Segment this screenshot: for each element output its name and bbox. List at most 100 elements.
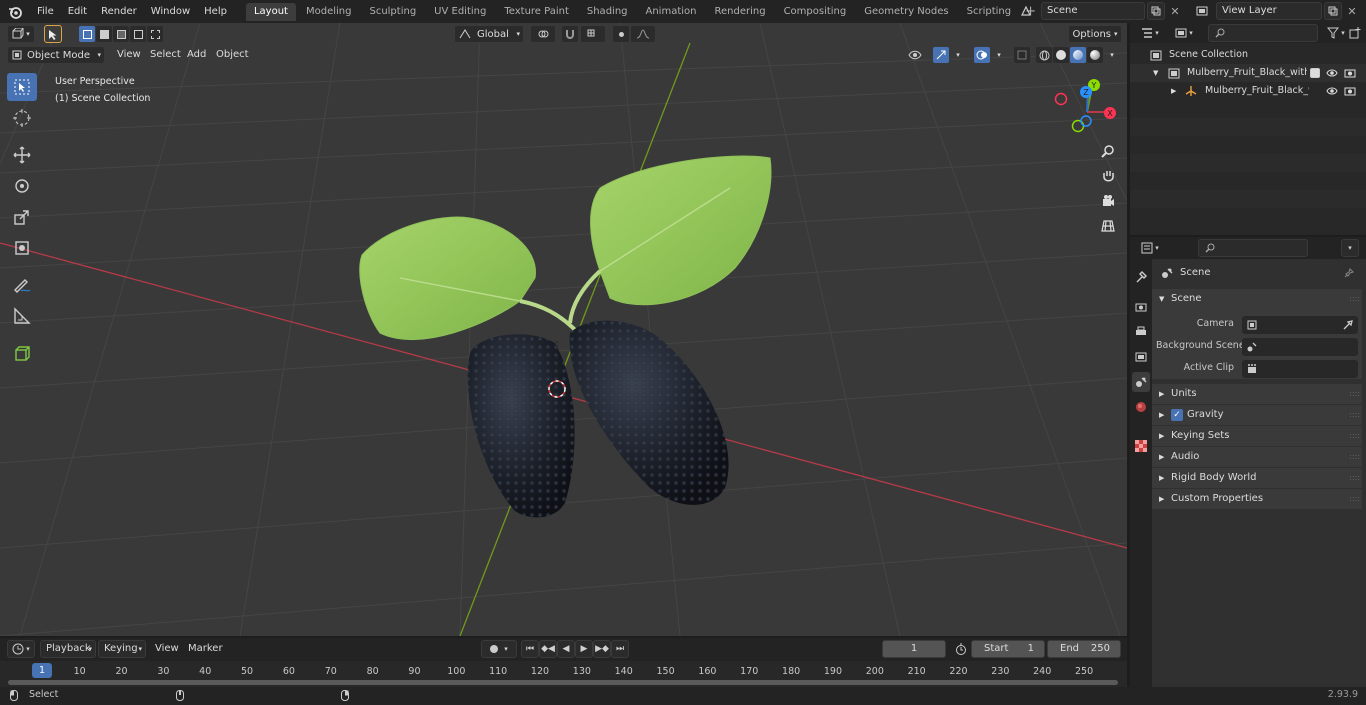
shading-rendered-button[interactable] bbox=[1086, 46, 1104, 64]
viewport-menu-view[interactable]: View bbox=[112, 46, 146, 64]
tab-rendering[interactable]: Rendering bbox=[706, 3, 773, 21]
section-scene-header[interactable]: ▼ Scene :::: bbox=[1152, 289, 1362, 309]
playback-menu[interactable]: Playback ▾ bbox=[40, 640, 96, 658]
drag-handle-icon[interactable]: :::: bbox=[1349, 426, 1360, 446]
outliner-scene-collection[interactable]: Scene Collection bbox=[1130, 46, 1366, 64]
eyedropper-icon[interactable] bbox=[1343, 320, 1353, 330]
gizmo-dropdown[interactable]: ▾ bbox=[951, 46, 965, 64]
tab-uv-editing[interactable]: UV Editing bbox=[426, 3, 494, 21]
outliner-item-collection[interactable]: ▼ Mulberry_Fruit_Black_with_Le bbox=[1130, 64, 1366, 82]
viewport-menu-add[interactable]: Add bbox=[182, 46, 211, 64]
preview-range-toggle[interactable] bbox=[952, 640, 970, 658]
menu-file[interactable]: File bbox=[30, 0, 61, 23]
drag-handle-icon[interactable]: :::: bbox=[1349, 405, 1360, 425]
panel-units[interactable]: ▶ Units :::: bbox=[1152, 384, 1362, 404]
tab-shading[interactable]: Shading bbox=[579, 3, 636, 21]
panel-custom-properties[interactable]: ▶ Custom Properties :::: bbox=[1152, 489, 1362, 509]
tab-texture[interactable] bbox=[1132, 436, 1150, 456]
drag-handle-icon[interactable]: :::: bbox=[1349, 289, 1360, 309]
delete-scene-button[interactable]: ✕ bbox=[1166, 2, 1184, 20]
jump-start-button[interactable]: ⏮ bbox=[521, 640, 539, 658]
eye-icon[interactable] bbox=[1326, 86, 1338, 96]
viewport-menu-select[interactable]: Select bbox=[145, 46, 186, 64]
prev-keyframe-button[interactable]: ◆◀ bbox=[539, 640, 557, 658]
gravity-checkbox[interactable]: ✓ bbox=[1171, 409, 1183, 421]
tool-measure[interactable] bbox=[7, 302, 37, 330]
expand-right-icon[interactable]: ▶ bbox=[1171, 82, 1176, 100]
current-frame-indicator[interactable]: 1 bbox=[32, 663, 52, 678]
snap-toggle[interactable] bbox=[561, 25, 579, 43]
play-reverse-button[interactable]: ◀ bbox=[557, 640, 575, 658]
shading-wireframe-button[interactable] bbox=[1035, 46, 1053, 64]
new-collection-button[interactable] bbox=[1346, 24, 1364, 42]
shading-dropdown[interactable]: ▾ bbox=[1105, 46, 1119, 64]
tab-world[interactable] bbox=[1132, 397, 1150, 417]
new-view-layer-button[interactable] bbox=[1324, 2, 1342, 20]
timeline-scrollbar[interactable] bbox=[8, 680, 1118, 685]
timeline-menu-marker[interactable]: Marker bbox=[183, 640, 228, 658]
select-mode-intersect-button[interactable] bbox=[146, 25, 164, 43]
select-mode-set-button[interactable] bbox=[78, 25, 96, 43]
drag-handle-icon[interactable]: :::: bbox=[1349, 384, 1360, 404]
select-mode-subtract-button[interactable] bbox=[112, 25, 130, 43]
start-frame-field[interactable]: Start 1 bbox=[971, 640, 1045, 658]
keying-menu[interactable]: Keying ▾ bbox=[98, 640, 146, 658]
tool-rotate[interactable] bbox=[7, 172, 37, 200]
panel-audio[interactable]: ▶ Audio :::: bbox=[1152, 447, 1362, 467]
tab-scripting[interactable]: Scripting bbox=[959, 3, 1019, 21]
tab-compositing[interactable]: Compositing bbox=[776, 3, 855, 21]
menu-render[interactable]: Render bbox=[94, 0, 144, 23]
new-scene-button[interactable] bbox=[1147, 2, 1165, 20]
navigation-gizmo[interactable]: X Y Z bbox=[1052, 77, 1122, 147]
tab-output[interactable] bbox=[1132, 322, 1150, 342]
tab-scene[interactable] bbox=[1132, 372, 1150, 392]
tool-transform[interactable] bbox=[7, 234, 37, 262]
editor-type-button[interactable]: ▾ bbox=[7, 25, 35, 43]
tool-cursor[interactable] bbox=[7, 104, 37, 132]
camera-field[interactable] bbox=[1242, 316, 1358, 334]
overlays-dropdown[interactable]: ▾ bbox=[992, 46, 1006, 64]
auto-keying-toggle[interactable]: ▾ bbox=[481, 640, 517, 658]
current-frame-field[interactable]: 1 bbox=[882, 640, 946, 658]
tool-select-box[interactable] bbox=[7, 73, 37, 101]
menu-window[interactable]: Window bbox=[144, 0, 197, 23]
properties-options-dropdown[interactable]: ▾ bbox=[1341, 239, 1359, 257]
select-mode-invert-button[interactable] bbox=[129, 25, 147, 43]
overlays-toggle[interactable] bbox=[973, 46, 991, 64]
scene-browse-button[interactable] bbox=[1013, 2, 1039, 20]
tool-select-box-button[interactable] bbox=[44, 25, 62, 43]
active-clip-field[interactable] bbox=[1242, 360, 1358, 378]
tab-layout[interactable]: Layout bbox=[245, 2, 296, 21]
timeline-editor-type-button[interactable]: ▾ bbox=[7, 640, 35, 658]
snap-target-dropdown[interactable] bbox=[580, 25, 606, 43]
camera-render-icon[interactable] bbox=[1344, 86, 1356, 96]
drag-handle-icon[interactable]: :::: bbox=[1349, 468, 1360, 488]
drag-handle-icon[interactable]: :::: bbox=[1349, 447, 1360, 467]
tool-annotate[interactable] bbox=[7, 271, 37, 299]
next-keyframe-button[interactable]: ▶◆ bbox=[593, 640, 611, 658]
tab-tool[interactable] bbox=[1132, 267, 1150, 287]
menu-edit[interactable]: Edit bbox=[61, 0, 94, 23]
end-frame-field[interactable]: End 250 bbox=[1047, 640, 1121, 658]
tab-modeling[interactable]: Modeling bbox=[298, 3, 360, 21]
tab-view-layer[interactable] bbox=[1132, 347, 1150, 367]
tab-texture-paint[interactable]: Texture Paint bbox=[496, 3, 577, 21]
camera-view-button[interactable] bbox=[1097, 190, 1119, 212]
options-dropdown[interactable]: Options ▾ bbox=[1068, 25, 1122, 43]
background-scene-field[interactable] bbox=[1242, 338, 1358, 356]
tab-animation[interactable]: Animation bbox=[638, 3, 705, 21]
expand-down-icon[interactable]: ▼ bbox=[1153, 64, 1158, 82]
blender-logo-icon[interactable] bbox=[0, 0, 30, 23]
menu-help[interactable]: Help bbox=[197, 0, 234, 23]
outliner-editor-type-button[interactable]: ▾ bbox=[1136, 24, 1164, 42]
panel-keying-sets[interactable]: ▶ Keying Sets :::: bbox=[1152, 426, 1362, 446]
gizmo-toggle[interactable] bbox=[932, 46, 950, 64]
tab-render[interactable] bbox=[1132, 297, 1150, 317]
play-button[interactable]: ▶ bbox=[575, 640, 593, 658]
properties-search-input[interactable] bbox=[1198, 239, 1308, 257]
proportional-falloff-dropdown[interactable] bbox=[630, 25, 656, 43]
scene-name-field[interactable]: Scene bbox=[1041, 2, 1145, 20]
outliner-item-object[interactable]: ▶ Mulberry_Fruit_Black_wit bbox=[1130, 82, 1366, 100]
eye-icon[interactable] bbox=[1326, 68, 1338, 78]
drag-handle-icon[interactable]: :::: bbox=[1349, 489, 1360, 509]
